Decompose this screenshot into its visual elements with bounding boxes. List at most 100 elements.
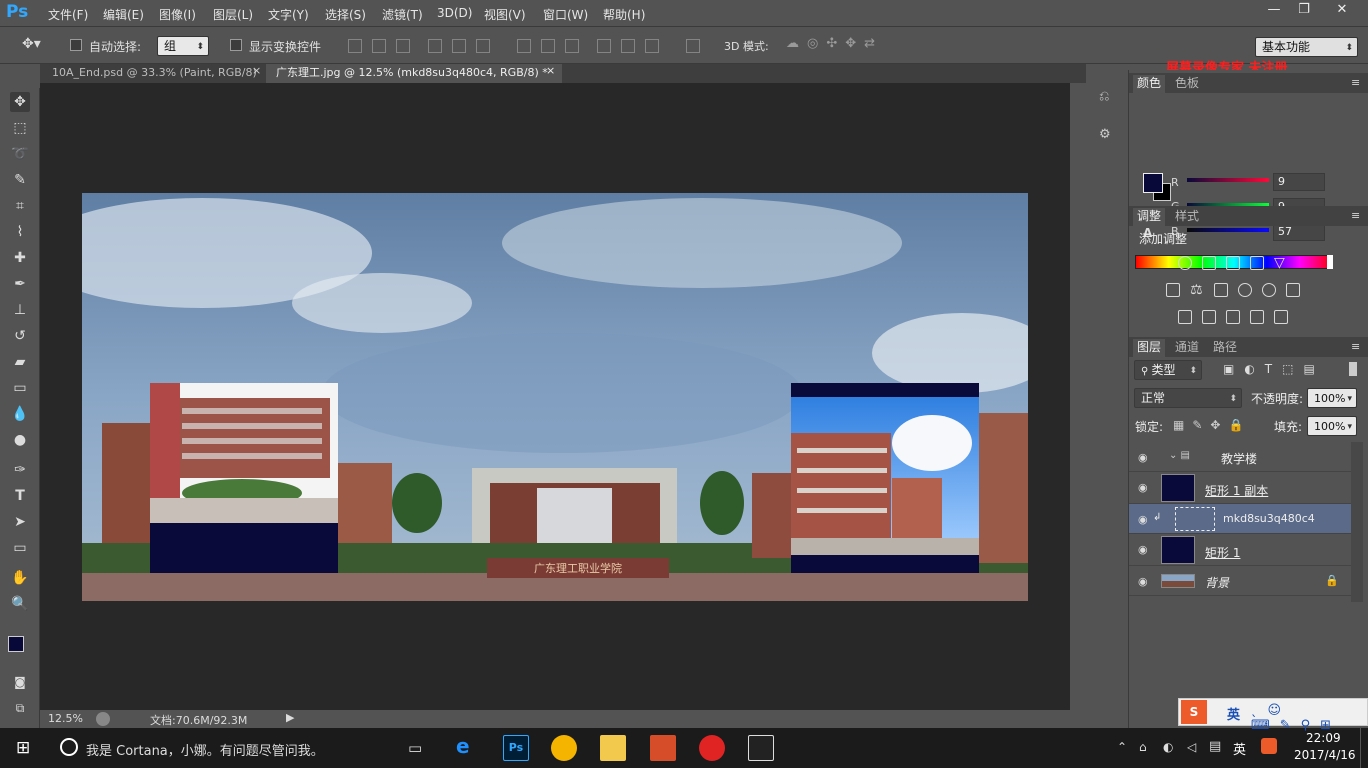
restore-button[interactable]: ❐ — [1289, 0, 1319, 22]
windows-start-icon[interactable]: ⊞ — [16, 738, 30, 758]
menu-window[interactable]: 窗口(W) — [543, 6, 588, 23]
close-button[interactable]: ✕ — [1322, 0, 1362, 22]
brush-tool-icon[interactable]: ✒ — [10, 274, 30, 294]
panel-menu-icon[interactable]: ≡ — [1351, 209, 1360, 222]
layer-row-shape[interactable]: ◉ 矩形 1 — [1129, 534, 1351, 566]
align-bottom-icon[interactable] — [396, 39, 410, 53]
menu-select[interactable]: 选择(S) — [325, 6, 366, 23]
layer-row-group[interactable]: ◉ ⌄ ▤ 教学楼 — [1129, 442, 1351, 472]
healing-brush-tool-icon[interactable]: ✚ — [10, 248, 30, 268]
powerpoint-icon[interactable] — [650, 735, 676, 761]
color-lookup-icon[interactable] — [1286, 283, 1300, 297]
fill-input[interactable]: 100% ▾ — [1307, 416, 1357, 436]
black-white-icon[interactable] — [1214, 283, 1228, 297]
blend-mode-dropdown[interactable]: 正常 ⬍ — [1134, 388, 1242, 408]
clock-time[interactable]: 22:09 — [1306, 731, 1341, 745]
workspace-dropdown[interactable]: 基本功能 ⬍ — [1255, 37, 1358, 57]
selective-color-icon[interactable] — [1250, 310, 1264, 324]
align-vcenter-icon[interactable] — [372, 39, 386, 53]
task-view-icon[interactable]: ▭ — [408, 739, 422, 757]
visibility-eye-icon[interactable]: ◉ — [1138, 451, 1148, 464]
status-preview-icon[interactable] — [96, 712, 110, 726]
show-desktop-button[interactable] — [1360, 728, 1368, 768]
rectangle-tool-icon[interactable]: ▭ — [10, 538, 30, 558]
lock-icons[interactable]: ▦✎✥🔒 — [1173, 418, 1251, 432]
volume-icon[interactable]: ◐ — [1163, 740, 1173, 754]
r-slider[interactable] — [1187, 178, 1269, 182]
hand-tool-icon[interactable]: ✋ — [10, 568, 30, 588]
layer-row-shape-copy[interactable]: ◉ 矩形 1 副本 — [1129, 472, 1351, 504]
b-slider[interactable] — [1187, 228, 1269, 232]
3d-tools-icons[interactable]: ☁◎✣✥⇄ — [786, 36, 883, 51]
align-left-icon[interactable] — [428, 39, 442, 53]
eraser-tool-icon[interactable]: ▰ — [10, 352, 30, 372]
tab-close-icon[interactable]: × — [546, 64, 555, 77]
quick-select-tool-icon[interactable]: ✎ — [10, 170, 30, 190]
menu-help[interactable]: 帮助(H) — [603, 6, 645, 23]
distribute-right-icon[interactable] — [645, 39, 659, 53]
distribute-left-icon[interactable] — [597, 39, 611, 53]
menu-type[interactable]: 文字(Y) — [268, 6, 309, 23]
visibility-eye-icon[interactable]: ◉ — [1138, 481, 1148, 494]
layer-row-background[interactable]: ◉ 背景 🔒 — [1129, 566, 1351, 596]
vibrance-icon[interactable]: ▽ — [1274, 256, 1288, 270]
channel-mixer-icon[interactable] — [1262, 283, 1276, 297]
volume-speaker-icon[interactable]: ◁ — [1187, 740, 1196, 754]
photos-icon[interactable] — [748, 735, 774, 761]
status-menu-arrow-icon[interactable]: ▶ — [286, 711, 294, 724]
tab-guangdong-ligong[interactable]: 广东理工.jpg @ 12.5% (mkd8su3q480c4, RGB/8) … — [266, 64, 562, 83]
eyedropper-tool-icon[interactable]: ⌇ — [10, 222, 30, 242]
action-center-icon[interactable]: ▤ — [1209, 739, 1221, 754]
align-right-icon[interactable] — [476, 39, 490, 53]
qq-browser-icon[interactable] — [551, 735, 577, 761]
foreground-swatch[interactable] — [8, 636, 24, 652]
history-panel-icon[interactable]: ⎌ — [1099, 89, 1117, 105]
screen-mode-icon[interactable]: ⧉ — [10, 698, 30, 718]
tray-ime[interactable]: 英 — [1233, 739, 1246, 758]
photo-filter-icon[interactable] — [1238, 283, 1252, 297]
pen-tool-icon[interactable]: ✑ — [10, 460, 30, 480]
layer-row-smart-object[interactable]: ◉ ↲ mkd8su3q480c4 — [1129, 504, 1351, 534]
clock-date[interactable]: 2017/4/16 — [1294, 748, 1356, 762]
color-balance-icon[interactable]: ⚖ — [1190, 283, 1204, 297]
move-tool-preset-icon[interactable]: ✥▾ — [22, 36, 41, 52]
panel-menu-icon[interactable]: ≡ — [1351, 340, 1360, 353]
hue-saturation-icon[interactable] — [1166, 283, 1180, 297]
tab-adjustments[interactable]: 调整 — [1133, 208, 1166, 226]
threshold-icon[interactable] — [1226, 310, 1240, 324]
menu-filter[interactable]: 滤镜(T) — [382, 6, 423, 23]
visibility-eye-icon[interactable]: ◉ — [1138, 543, 1148, 556]
levels-icon[interactable] — [1202, 256, 1216, 270]
path-select-tool-icon[interactable]: ➤ — [10, 512, 30, 532]
zoom-level[interactable]: 12.5% — [48, 712, 83, 725]
sogou-tray-icon[interactable] — [1261, 738, 1277, 754]
type-tool-icon[interactable]: T — [10, 486, 30, 506]
menu-3d[interactable]: 3D(D) — [437, 6, 472, 20]
tab-styles[interactable]: 样式 — [1171, 208, 1203, 226]
sogou-logo-icon[interactable]: S — [1181, 700, 1207, 724]
distribute-bottom-icon[interactable] — [565, 39, 579, 53]
auto-select-dropdown[interactable]: 组 ⬍ — [157, 36, 209, 56]
ime-tools-icons[interactable]: ˎ☺⌨✎⚲⊞ — [1251, 703, 1367, 733]
document-canvas[interactable]: 广东理工职业学院 — [82, 193, 1028, 601]
auto-align-icon[interactable] — [686, 39, 700, 53]
tab-channels[interactable]: 通道 — [1171, 339, 1203, 357]
dodge-tool-icon[interactable]: ● — [10, 430, 30, 450]
crop-tool-icon[interactable]: ⌗ — [10, 196, 30, 216]
invert-icon[interactable] — [1178, 310, 1192, 324]
opacity-input[interactable]: 100% ▾ — [1307, 388, 1357, 408]
menu-layer[interactable]: 图层(L) — [213, 6, 253, 23]
netease-music-icon[interactable] — [699, 735, 725, 761]
tab-swatches[interactable]: 色板 — [1171, 75, 1203, 93]
edge-icon[interactable]: e — [456, 734, 470, 758]
gradient-tool-icon[interactable]: ▭ — [10, 378, 30, 398]
cortana-icon[interactable] — [60, 738, 78, 756]
r-value[interactable]: 9 — [1273, 173, 1325, 191]
clone-stamp-tool-icon[interactable]: ⊥ — [10, 300, 30, 320]
group-expand-icon[interactable]: ⌄ ▤ — [1169, 450, 1190, 461]
curves-icon[interactable] — [1226, 256, 1240, 270]
align-hcenter-icon[interactable] — [452, 39, 466, 53]
ime-mode[interactable]: 英 — [1227, 704, 1240, 723]
properties-panel-icon[interactable]: ⚙ — [1099, 127, 1117, 143]
tab-color[interactable]: 颜色 — [1133, 75, 1166, 93]
